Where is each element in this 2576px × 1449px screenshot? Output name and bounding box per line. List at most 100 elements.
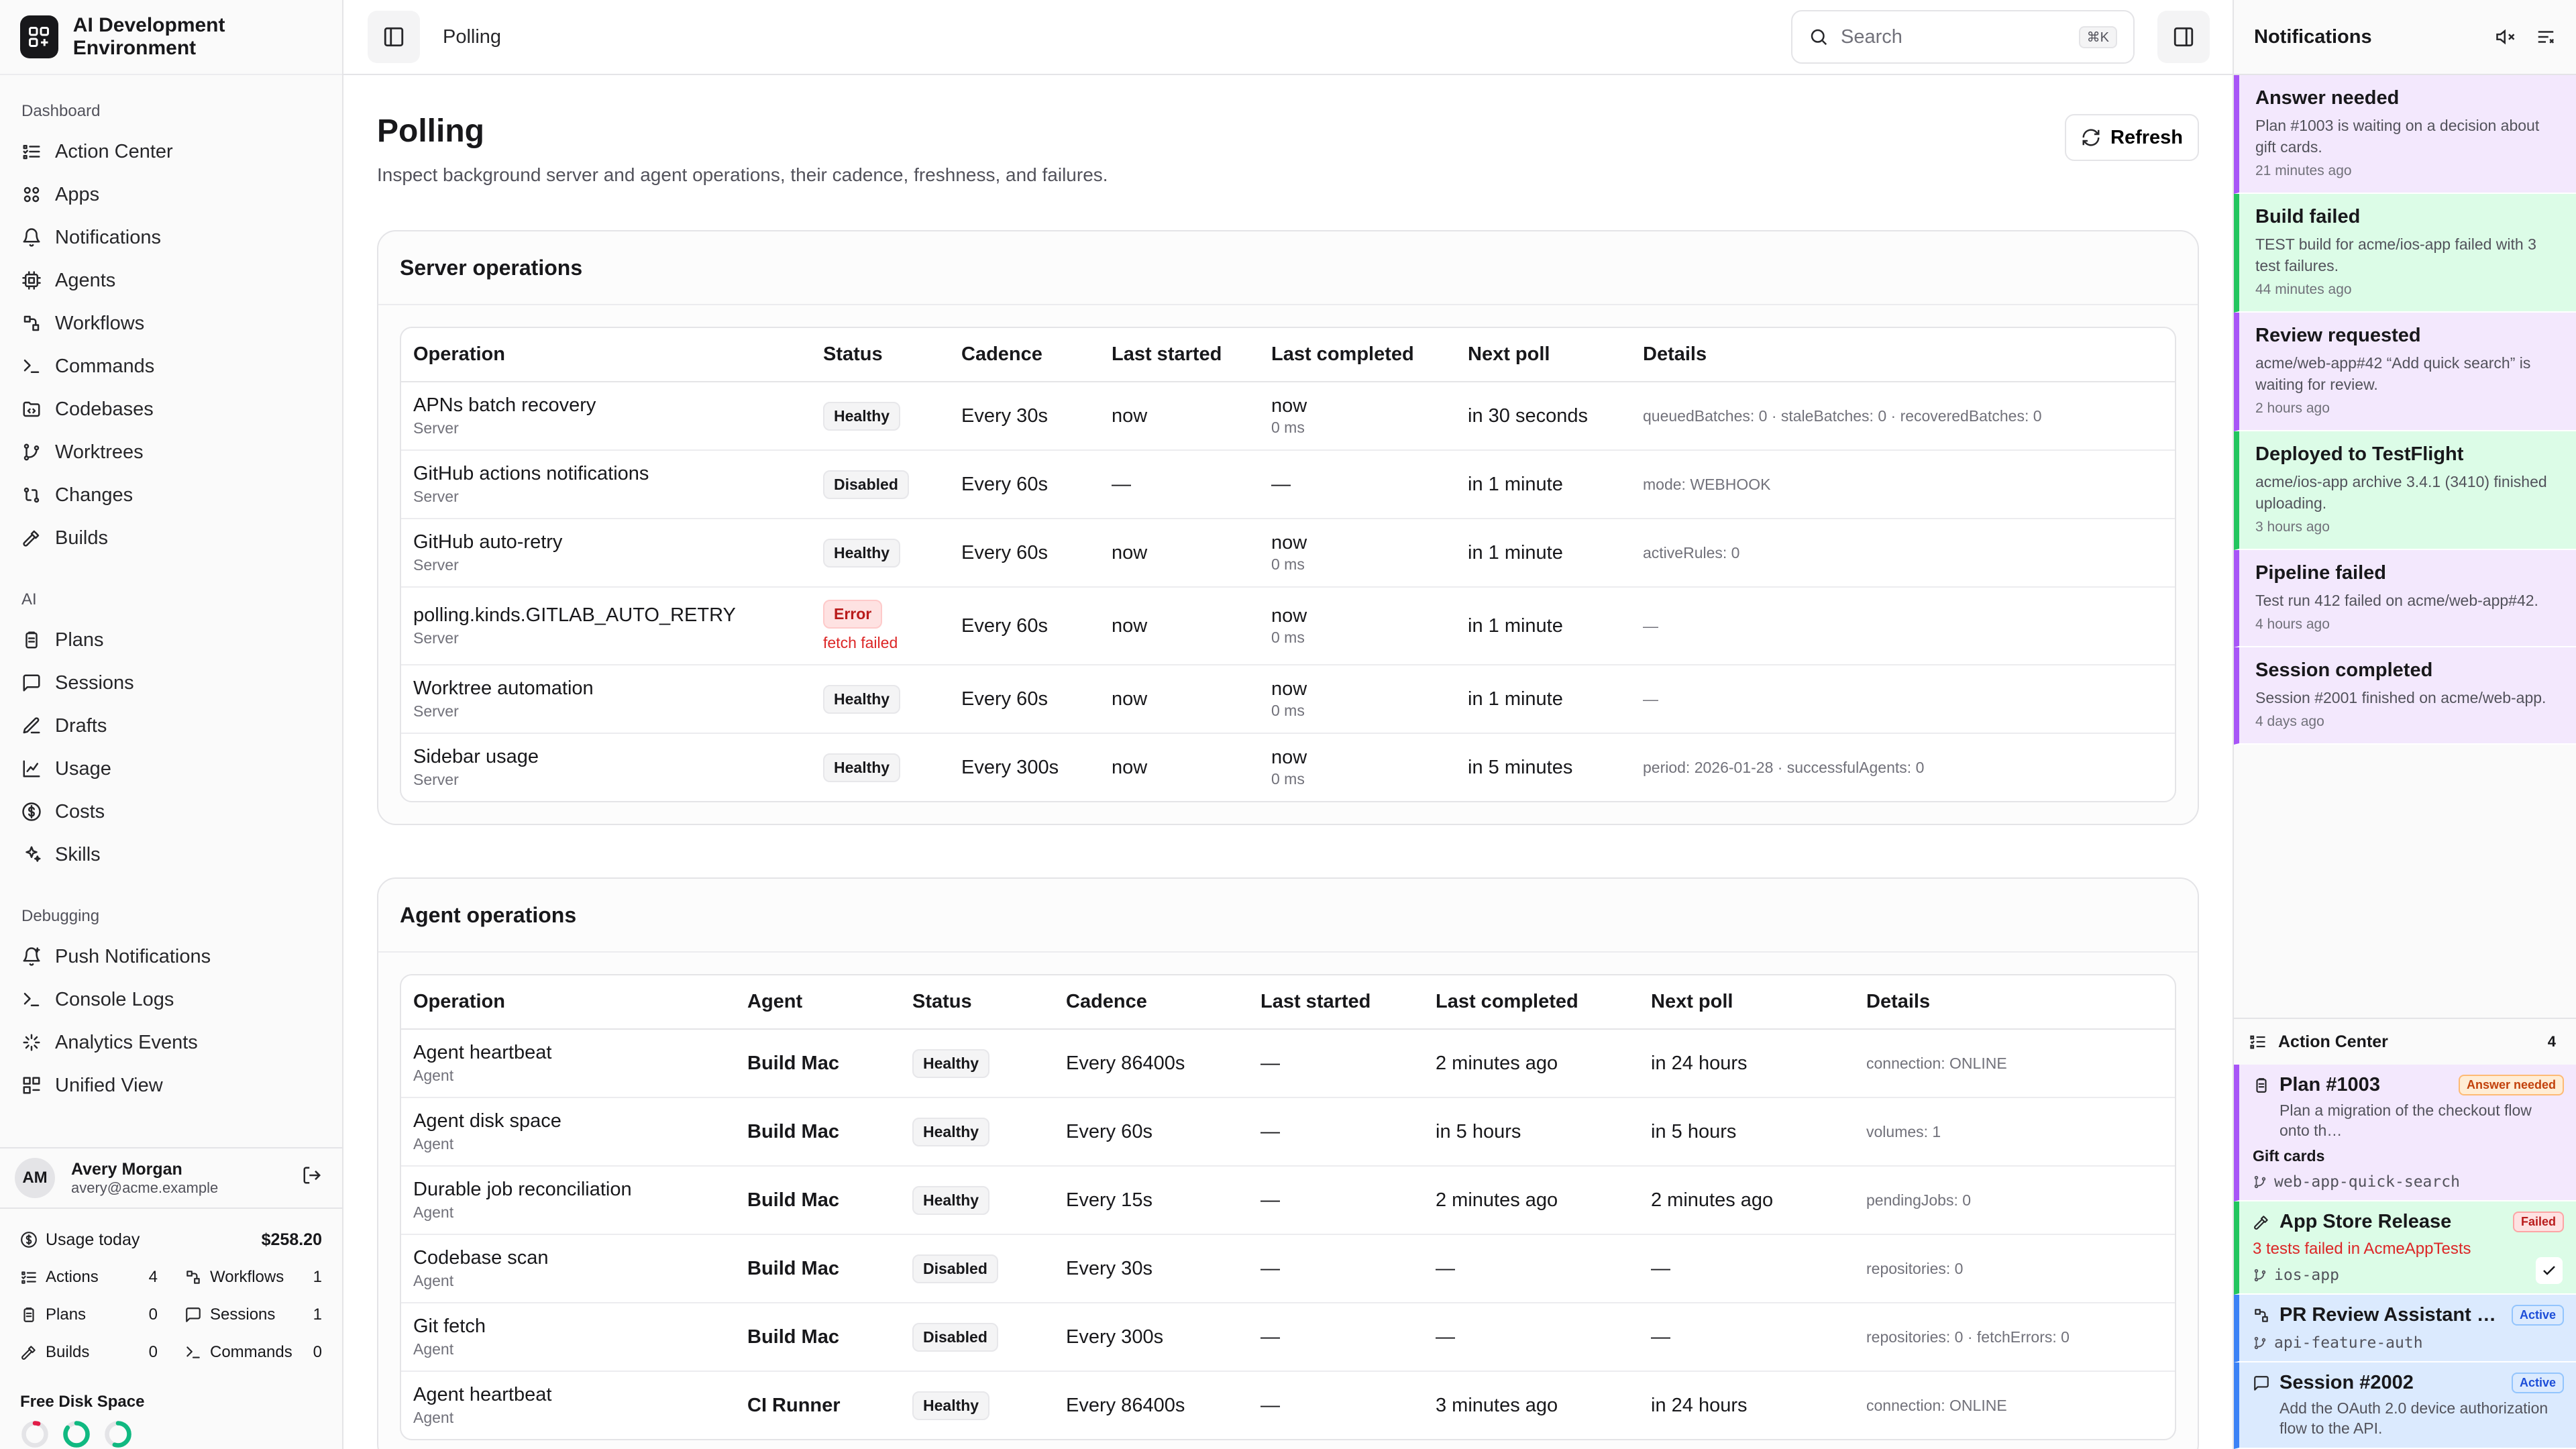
refresh-button[interactable]: Refresh	[2065, 114, 2199, 161]
table-row[interactable]: Durable job reconciliation Agent Build Ma…	[401, 1166, 2175, 1235]
column-header-status[interactable]: Status	[811, 328, 949, 382]
sidebar-item-notifications[interactable]: Notifications	[15, 216, 327, 259]
table-row[interactable]: Agent heartbeat Agent CI Runner Healthy E…	[401, 1371, 2175, 1439]
sidebar-item-console-logs[interactable]: Console Logs	[15, 978, 327, 1021]
notification-item[interactable]: Build failed TEST build for acme/ios-app…	[2234, 194, 2576, 313]
action-item[interactable]: Session #2002 Active Add the OAuth 2.0 dev…	[2234, 1362, 2576, 1449]
mute-icon[interactable]	[2496, 27, 2516, 47]
column-header-next-poll[interactable]: Next poll	[1456, 328, 1631, 382]
breadcrumb[interactable]: Polling	[443, 26, 501, 48]
stat-plans[interactable]: Plans 0	[20, 1296, 158, 1334]
agent-name[interactable]: Build Mac	[735, 1303, 900, 1372]
sidebar-item-apps[interactable]: Apps	[15, 173, 327, 216]
sidebar-item-label: Codebases	[55, 398, 154, 420]
notification-item[interactable]: Deployed to TestFlight acme/ios-app arch…	[2234, 431, 2576, 550]
notification-body: acme/web-app#42 “Add quick search” is wa…	[2255, 354, 2531, 393]
column-header-details[interactable]: Details	[1631, 328, 2175, 382]
sidebar-item-label: Changes	[55, 484, 133, 506]
column-header-next-poll[interactable]: Next poll	[1639, 975, 1854, 1030]
sidebar-item-push-notifications[interactable]: Push Notifications	[15, 935, 327, 978]
sidebar-item-commands[interactable]: Commands	[15, 345, 327, 388]
sparkle-icon	[23, 1034, 40, 1051]
table-row[interactable]: Agent disk space Agent Build Mac Healthy …	[401, 1097, 2175, 1167]
sidebar-item-worktrees[interactable]: Worktrees	[15, 431, 327, 474]
action-center-header[interactable]: Action Center 4	[2234, 1018, 2576, 1065]
sidebar-item-skills[interactable]: Skills	[15, 833, 327, 876]
folder-code-icon	[23, 401, 40, 417]
notification-item[interactable]: Session completed Session #2001 finished…	[2234, 647, 2576, 745]
action-item[interactable]: PR Review Assistant #4… Active api-feature…	[2234, 1295, 2576, 1362]
sidebar-item-drafts[interactable]: Drafts	[15, 704, 327, 747]
details: repositories: 0	[1854, 1234, 2175, 1303]
sidebar-item-costs[interactable]: Costs	[15, 790, 327, 833]
stat-builds[interactable]: Builds 0	[20, 1334, 158, 1371]
table-row[interactable]: Git fetch Agent Build Mac Disabled Every …	[401, 1303, 2175, 1372]
disk-ring[interactable]	[20, 1419, 50, 1449]
sidebar-item-workflows[interactable]: Workflows	[15, 302, 327, 345]
action-item[interactable]: Plan #1003 Answer needed Plan a migration …	[2234, 1065, 2576, 1201]
table-row[interactable]: Worktree automation Server Healthy Every …	[401, 665, 2175, 734]
sidebar-item-analytics-events[interactable]: Analytics Events	[15, 1021, 327, 1064]
sidebar-item-action-center[interactable]: Action Center	[15, 130, 327, 173]
disk-ring[interactable]	[62, 1419, 91, 1449]
notification-item[interactable]: Review requested acme/web-app#42 “Add qu…	[2234, 313, 2576, 431]
table-row[interactable]: Agent heartbeat Agent Build Mac Healthy E…	[401, 1029, 2175, 1098]
stat-value: 4	[148, 1268, 158, 1286]
stat-sessions[interactable]: Sessions 1	[184, 1296, 322, 1334]
column-header-operation[interactable]: Operation	[401, 975, 735, 1030]
disk-ring[interactable]	[103, 1419, 133, 1449]
agent-name[interactable]: CI Runner	[735, 1371, 900, 1439]
agent-name[interactable]: Build Mac	[735, 1234, 900, 1303]
column-header-cadence[interactable]: Cadence	[949, 328, 1099, 382]
table-row[interactable]: GitHub auto-retry Server Healthy Every 60…	[401, 519, 2175, 588]
column-header-last-completed[interactable]: Last completed	[1259, 328, 1456, 382]
sidebar-item-agents[interactable]: Agents	[15, 259, 327, 302]
agent-name[interactable]: Build Mac	[735, 1097, 900, 1167]
column-header-cadence[interactable]: Cadence	[1054, 975, 1248, 1030]
table-row[interactable]: Sidebar usage Server Healthy Every 300s n…	[401, 733, 2175, 801]
agent-name[interactable]: Build Mac	[735, 1166, 900, 1235]
column-header-last-started[interactable]: Last started	[1099, 328, 1259, 382]
agent-name[interactable]: Build Mac	[735, 1029, 900, 1098]
clear-all-icon[interactable]	[2536, 27, 2556, 47]
sidebar-item-label: Plans	[55, 629, 104, 651]
check-icon	[2543, 1266, 2555, 1275]
notification-item[interactable]: Answer needed Plan #1003 is waiting on a…	[2234, 75, 2576, 194]
git-branch-icon	[2254, 1175, 2266, 1189]
notification-time: 44 minutes ago	[2255, 282, 2352, 297]
sidebar-item-codebases[interactable]: Codebases	[15, 388, 327, 431]
column-header-operation[interactable]: Operation	[401, 328, 811, 382]
stat-workflows[interactable]: Workflows 1	[184, 1258, 322, 1296]
logout-icon[interactable]	[302, 1165, 322, 1191]
column-header-last-completed[interactable]: Last completed	[1424, 975, 1639, 1030]
action-item[interactable]: App Store Release Failed 3 tests failed in…	[2234, 1201, 2576, 1295]
user-profile[interactable]: AM Avery Morgan avery@acme.example	[0, 1147, 342, 1208]
page-title: Polling	[377, 113, 484, 149]
stat-actions[interactable]: Actions 4	[20, 1258, 158, 1296]
table-row[interactable]: Codebase scan Agent Build Mac Disabled Ev…	[401, 1234, 2175, 1303]
sidebar-group-ai: AI Plans Sessions Drafts Usage Costs Skills	[15, 578, 327, 876]
sidebar-item-builds[interactable]: Builds	[15, 517, 327, 559]
last-completed: —	[1271, 473, 1291, 495]
sidebar-item-usage[interactable]: Usage	[15, 747, 327, 790]
sidebar-item-changes[interactable]: Changes	[15, 474, 327, 517]
acknowledge-button[interactable]	[2536, 1257, 2563, 1284]
usage-today-row[interactable]: Usage today $258.20	[20, 1221, 322, 1258]
column-header-status[interactable]: Status	[900, 975, 1054, 1030]
sidebar-item-plans[interactable]: Plans	[15, 619, 327, 661]
toggle-notifications-button[interactable]	[2157, 11, 2210, 63]
brand[interactable]: AI Development Environment	[0, 0, 342, 75]
search-input[interactable]: Search ⌘K	[1791, 10, 2135, 64]
table-row[interactable]: polling.kinds.GITLAB_AUTO_RETRY Server Er…	[401, 587, 2175, 665]
page-content: Polling Inspect background server and ag…	[343, 75, 2233, 1449]
column-header-last-started[interactable]: Last started	[1248, 975, 1424, 1030]
notification-item[interactable]: Pipeline failed Test run 412 failed on a…	[2234, 550, 2576, 647]
stat-commands[interactable]: Commands 0	[184, 1334, 322, 1371]
column-header-agent[interactable]: Agent	[735, 975, 900, 1030]
toggle-sidebar-button[interactable]	[368, 11, 420, 63]
table-row[interactable]: GitHub actions notifications Server Disab…	[401, 450, 2175, 519]
sidebar-item-unified-view[interactable]: Unified View	[15, 1064, 327, 1107]
column-header-details[interactable]: Details	[1854, 975, 2175, 1030]
sidebar-item-sessions[interactable]: Sessions	[15, 661, 327, 704]
table-row[interactable]: APNs batch recovery Server Healthy Every …	[401, 382, 2175, 451]
